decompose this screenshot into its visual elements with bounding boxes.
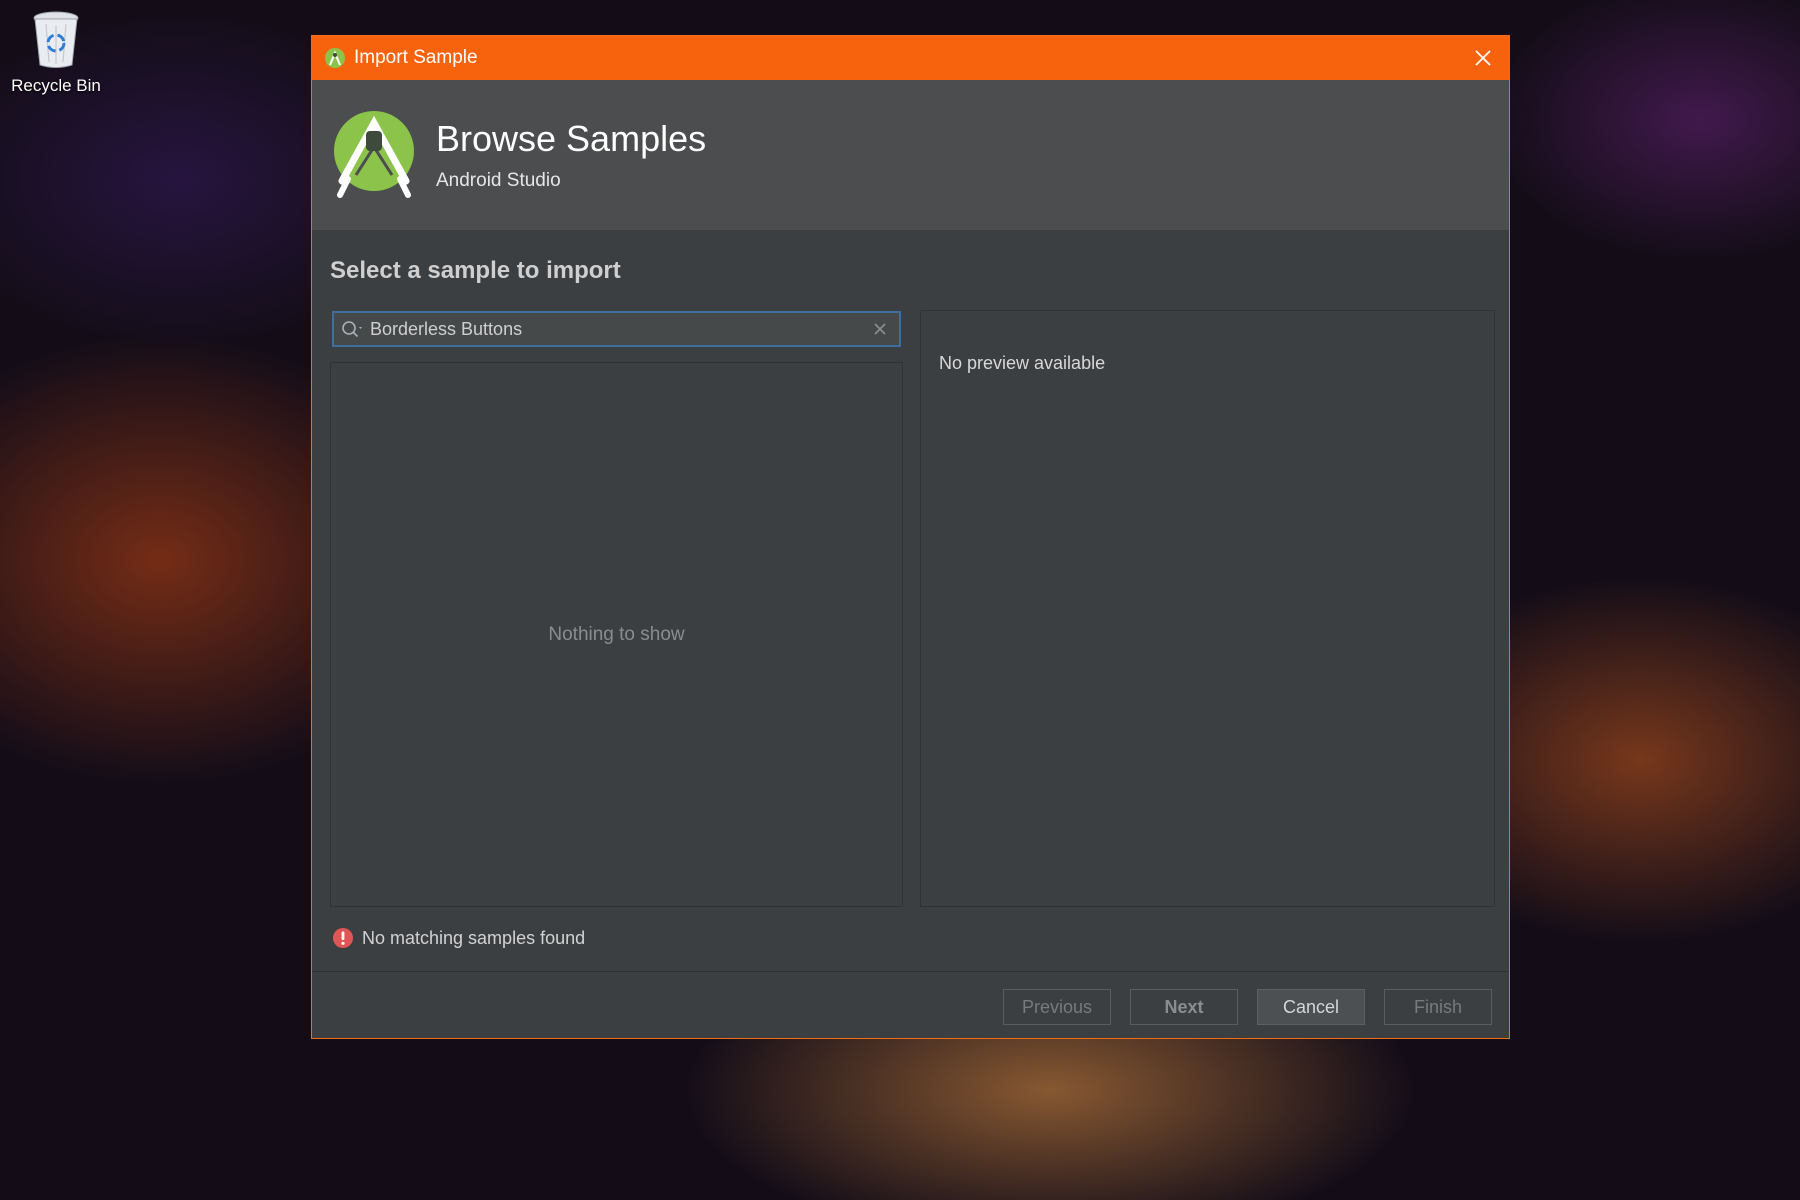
previous-button[interactable]: Previous	[1003, 989, 1111, 1025]
error-text: No matching samples found	[362, 927, 586, 948]
android-studio-icon	[325, 48, 345, 68]
footer-divider	[312, 971, 1509, 972]
preview-panel: No preview available	[920, 310, 1495, 907]
search-field[interactable]	[332, 311, 901, 347]
error-icon	[333, 928, 353, 948]
android-studio-logo-icon	[334, 111, 414, 198]
next-button[interactable]: Next	[1130, 989, 1238, 1025]
recycle-bin-label: Recycle Bin	[11, 76, 101, 95]
header-title: Browse Samples	[436, 118, 707, 159]
clear-search-icon[interactable]	[871, 320, 889, 338]
search-icon[interactable]	[340, 319, 366, 339]
search-input[interactable]	[366, 318, 871, 340]
empty-list-text: Nothing to show	[548, 623, 685, 645]
close-button[interactable]	[1469, 44, 1497, 72]
close-icon	[1475, 50, 1491, 66]
window-title: Import Sample	[354, 47, 478, 68]
recycle-bin-icon	[32, 10, 80, 70]
desktop-recycle-bin[interactable]: Recycle Bin	[6, 10, 106, 96]
finish-button[interactable]: Finish	[1384, 989, 1492, 1025]
cancel-button[interactable]: Cancel	[1257, 989, 1365, 1025]
import-sample-dialog: Import Sample Browse Samples Android Stu…	[311, 35, 1510, 1039]
section-title: Select a sample to import	[330, 257, 621, 284]
preview-text: No preview available	[939, 353, 1106, 373]
header-subtitle: Android Studio	[436, 170, 561, 191]
title-bar[interactable]: Import Sample	[312, 36, 1509, 80]
dialog-footer: Previous Next Cancel Finish	[312, 989, 1509, 1025]
dialog-header: Browse Samples Android Studio	[312, 80, 1509, 230]
error-message: No matching samples found	[332, 927, 585, 949]
sample-list[interactable]: Nothing to show	[330, 362, 903, 907]
